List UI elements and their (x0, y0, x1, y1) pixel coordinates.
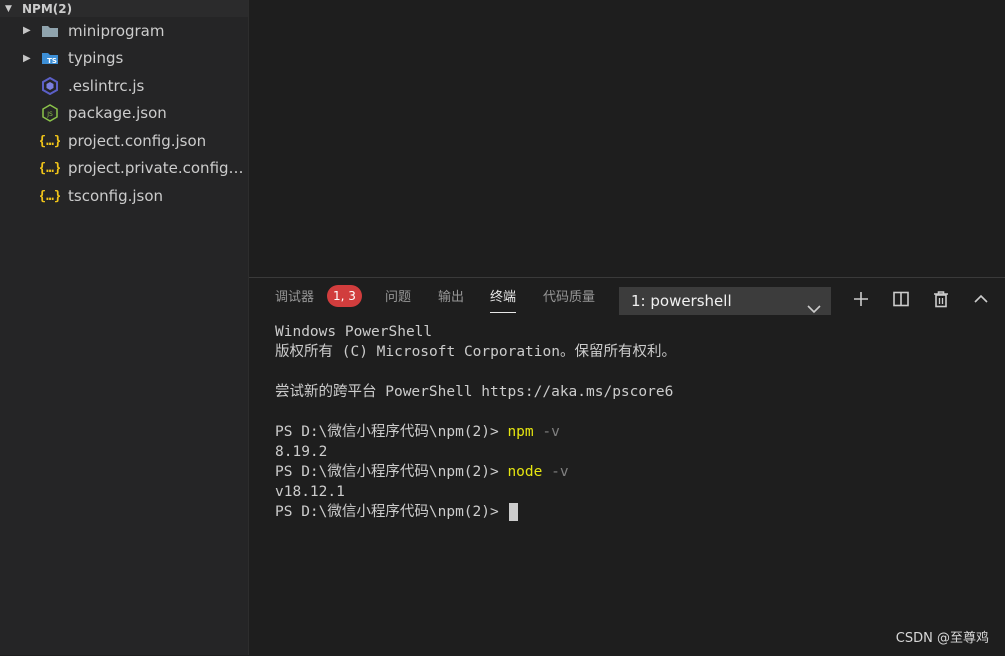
tree-item-project-config[interactable]: ▶ {…} project.config.json (0, 127, 248, 155)
tree-item-label: project.private.config.js... (68, 159, 248, 178)
svg-text:{…}: {…} (40, 189, 60, 204)
tab-code-quality[interactable]: 代码质量 (543, 288, 595, 312)
explorer-sidebar: ▼ NPM(2) ▶ miniprogram ▶ TS typings ▶ .e… (0, 0, 249, 655)
eslint-icon (40, 76, 60, 95)
json-braces-icon: {…} (40, 187, 60, 205)
nodejs-icon: JS (40, 104, 60, 123)
svg-text:{…}: {…} (40, 134, 60, 149)
trash-icon[interactable] (930, 288, 952, 310)
terminal-prompt: PS D:\微信小程序代码\npm(2)> (275, 464, 508, 480)
chevron-up-icon[interactable] (970, 288, 992, 310)
terminal-line: Windows PowerShell (275, 324, 433, 340)
folder-title: NPM(2) (22, 1, 73, 16)
terminal-line: 版权所有 (C) Microsoft Corporation。保留所有权利。 (275, 344, 676, 360)
tab-terminal[interactable]: 终端 (490, 288, 517, 313)
tab-problems[interactable]: 问题 (385, 288, 411, 312)
terminal-select-value: 1: powershell (631, 292, 732, 310)
tree-item-label: .eslintrc.js (68, 76, 145, 95)
watermark: CSDN @至尊鸡 (895, 631, 989, 646)
ts-folder-icon: TS (40, 49, 60, 67)
svg-text:JS: JS (46, 111, 53, 118)
editor-area (249, 0, 1005, 277)
terminal-flag: -v (542, 464, 569, 480)
terminal-prompt: PS D:\微信小程序代码\npm(2)> (275, 504, 508, 520)
terminal-flag: -v (533, 424, 560, 440)
explorer-folder-header[interactable]: ▼ NPM(2) (0, 0, 248, 17)
tree-item-project-private-config[interactable]: ▶ {…} project.private.config.js... (0, 155, 248, 183)
chevron-down-icon: ▼ (5, 3, 12, 14)
bottom-panel: 调试器 1, 3 问题 输出 终端 代码质量 1: powershell Win… (249, 277, 1005, 656)
terminal-output[interactable]: Windows PowerShell 版权所有 (C) Microsoft Co… (275, 322, 995, 522)
file-tree: ▶ miniprogram ▶ TS typings ▶ .eslintrc.j… (0, 17, 248, 210)
chevron-down-icon (807, 295, 821, 323)
terminal-line: PS D:\微信小程序代码\npm(2)> node -v (275, 462, 995, 482)
tab-debugger[interactable]: 调试器 (275, 288, 314, 312)
tree-item-package-json[interactable]: ▶ JS package.json (0, 100, 248, 128)
tab-output[interactable]: 输出 (438, 288, 464, 312)
terminal-command: node (507, 464, 543, 480)
debugger-badge: 1, 3 (327, 285, 362, 307)
terminal-line: PS D:\微信小程序代码\npm(2)> (275, 502, 995, 522)
tree-item-label: typings (68, 49, 124, 68)
tree-item-label: package.json (68, 104, 167, 123)
tree-item-miniprogram[interactable]: ▶ miniprogram (0, 17, 248, 45)
terminal-line: 8.19.2 (275, 444, 328, 460)
tree-item-label: project.config.json (68, 131, 207, 150)
json-braces-icon: {…} (40, 159, 60, 177)
terminal-prompt: PS D:\微信小程序代码\npm(2)> (275, 424, 508, 440)
chevron-right-icon: ▶ (23, 52, 31, 64)
terminal-command: npm (507, 424, 534, 440)
tree-item-eslintrc[interactable]: ▶ .eslintrc.js (0, 72, 248, 100)
terminal-select[interactable]: 1: powershell (619, 287, 831, 315)
terminal-cursor (509, 503, 519, 521)
add-terminal-icon[interactable] (850, 288, 872, 310)
split-terminal-icon[interactable] (890, 288, 912, 310)
tree-item-tsconfig[interactable]: ▶ {…} tsconfig.json (0, 182, 248, 210)
tree-item-label: tsconfig.json (68, 186, 164, 205)
terminal-line: PS D:\微信小程序代码\npm(2)> npm -v (275, 422, 995, 442)
folder-icon (40, 22, 60, 40)
panel-tabbar: 调试器 1, 3 问题 输出 终端 代码质量 1: powershell (249, 278, 1005, 320)
svg-text:{…}: {…} (40, 161, 60, 176)
tree-item-typings[interactable]: ▶ TS typings (0, 45, 248, 73)
terminal-line: v18.12.1 (275, 484, 345, 500)
svg-text:TS: TS (47, 57, 57, 65)
terminal-line: 尝试新的跨平台 PowerShell https://aka.ms/pscore… (275, 384, 674, 400)
json-braces-icon: {…} (40, 132, 60, 150)
chevron-right-icon: ▶ (23, 25, 31, 37)
tree-item-label: miniprogram (68, 21, 165, 40)
